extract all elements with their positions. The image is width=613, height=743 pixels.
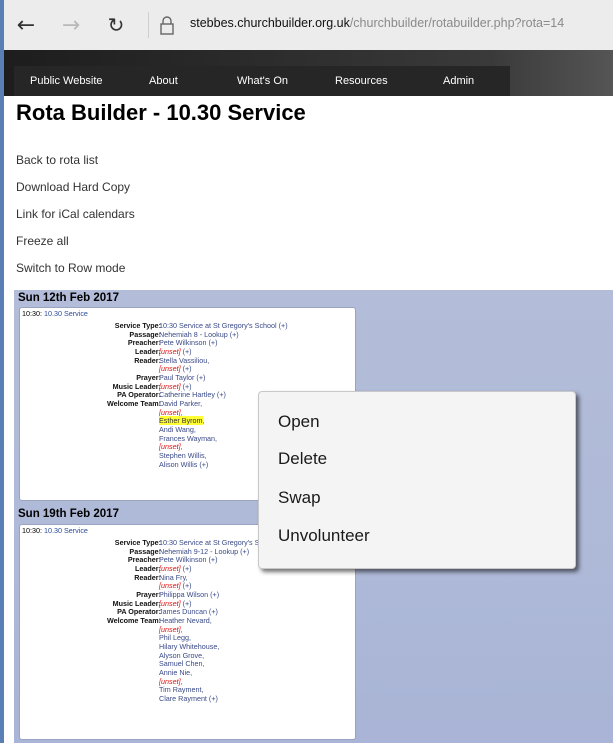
download-hard-copy-link[interactable]: Download Hard Copy	[16, 180, 130, 194]
menu-item-unvolunteer[interactable]: Unvolunteer	[278, 526, 370, 546]
switch-row-mode-link[interactable]: Switch to Row mode	[16, 261, 125, 275]
unset-slot[interactable]: [unset]	[159, 347, 181, 356]
ical-link[interactable]: Link for iCal calendars	[16, 207, 135, 221]
lock-icon	[160, 16, 174, 35]
url-field[interactable]: stebbes.churchbuilder.org.uk/churchbuild…	[190, 16, 564, 30]
service-time: 10:30:	[22, 309, 42, 318]
label-welcome-team: Welcome Team:	[106, 616, 161, 625]
value-welcome-10[interactable]: Clare Rayment (+)	[159, 694, 218, 704]
selected-volunteer[interactable]: Esther Byrom	[159, 416, 203, 425]
week-heading: Sun 19th Feb 2017	[18, 508, 119, 520]
unset-slot[interactable]: [unset]	[159, 364, 181, 373]
week-heading: Sun 12th Feb 2017	[18, 292, 119, 304]
refresh-icon[interactable]: ↻	[104, 13, 128, 37]
value-welcome-8[interactable]: Alison Willis (+)	[159, 460, 208, 470]
site-header: Public Website About What's On Resources…	[4, 50, 613, 96]
browser-address-bar: ← → ↻ stebbes.churchbuilder.org.uk/churc…	[4, 0, 613, 50]
label-reader: Reader:	[134, 355, 161, 365]
service-name[interactable]: 10.30 Service	[44, 309, 88, 318]
page-title: Rota Builder - 10.30 Service	[16, 100, 306, 125]
card-header: 10:30: 10.30 Service	[22, 526, 88, 536]
context-menu: Open Delete Swap Unvolunteer	[258, 391, 576, 569]
unset-slot[interactable]: [unset]	[159, 564, 181, 573]
label-reader: Reader:	[134, 572, 161, 582]
service-name[interactable]: 10.30 Service	[44, 526, 88, 535]
menu-item-delete[interactable]: Delete	[278, 449, 327, 469]
address-separator	[148, 12, 149, 38]
back-to-rota-list-link[interactable]: Back to rota list	[16, 153, 98, 167]
unset-slot[interactable]: [unset]	[159, 581, 181, 590]
nav-resources[interactable]: Resources	[335, 75, 388, 87]
nav-about[interactable]: About	[149, 75, 178, 87]
url-host: stebbes.churchbuilder.org.uk	[190, 16, 350, 30]
nav-whats-on[interactable]: What's On	[237, 75, 288, 87]
url-path: /churchbuilder/rotabuilder.php?rota=14	[349, 16, 565, 30]
unset-slot[interactable]: [unset]	[159, 442, 181, 451]
menu-item-open[interactable]: Open	[278, 412, 320, 432]
forward-icon[interactable]: →	[59, 13, 83, 38]
nav-admin[interactable]: Admin	[443, 75, 474, 87]
site-nav: Public Website About What's On Resources…	[14, 66, 510, 96]
back-icon[interactable]: ←	[14, 13, 38, 38]
freeze-all-link[interactable]: Freeze all	[16, 234, 69, 248]
label-welcome-team: Welcome Team:	[106, 399, 161, 408]
nav-public-website[interactable]: Public Website	[30, 75, 103, 87]
card-header: 10:30: 10.30 Service	[22, 309, 88, 319]
menu-item-swap[interactable]: Swap	[278, 488, 321, 508]
service-time: 10:30:	[22, 526, 42, 535]
window-frame-edge	[0, 0, 4, 743]
